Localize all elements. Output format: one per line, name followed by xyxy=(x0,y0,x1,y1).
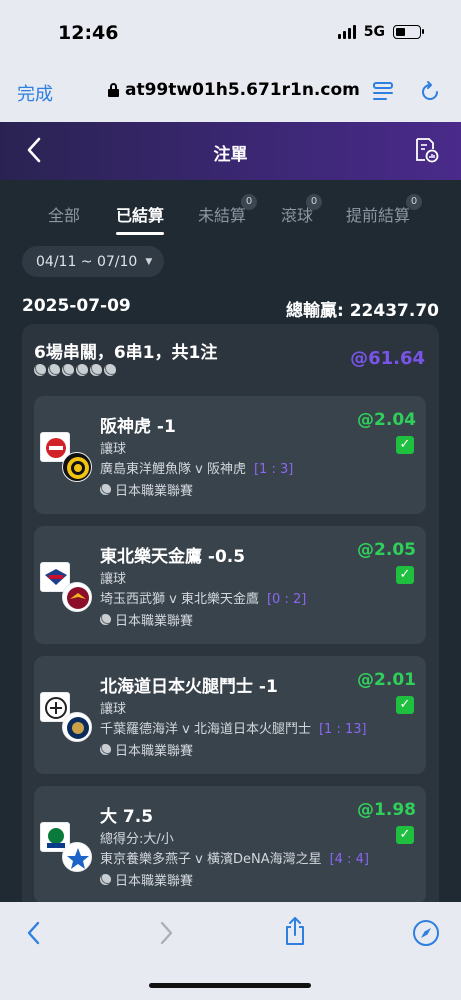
signal-icon xyxy=(337,25,356,39)
team-logos xyxy=(40,562,94,614)
team-logo-baystars xyxy=(62,842,92,872)
home-indicator xyxy=(149,983,311,988)
baseball-icon xyxy=(104,364,116,376)
baseball-icon xyxy=(100,614,111,625)
market-type: 總得分:大/小 xyxy=(100,832,174,847)
team-logo-tigers xyxy=(62,452,92,482)
match-score: [4 : 4] xyxy=(329,852,369,867)
market-type: 讓球 xyxy=(100,572,127,587)
lock-icon xyxy=(108,83,119,97)
match-teams: 東京養樂多燕子 v 橫濱DeNA海灣之星 [4 : 4] xyxy=(100,852,369,867)
page-title: 注單 xyxy=(213,145,248,165)
match-teams: 埼玉西武獅 v 東北樂天金鷹 [0 : 2] xyxy=(100,592,307,607)
settle-date: 2025-07-09 xyxy=(22,296,131,316)
league-row: 日本職業聯賽 xyxy=(100,740,193,759)
browser-address-bar: 完成 at99tw01h5.671r1n.com xyxy=(0,62,461,122)
leg-odds: @1.98 xyxy=(357,800,416,820)
check-icon: ✓ xyxy=(396,436,414,454)
status-time: 12:46 xyxy=(58,22,119,44)
parlay-title: 6場串關，6串1，共1注 xyxy=(34,343,218,363)
battery-icon xyxy=(393,25,424,39)
date-range-selector[interactable]: 04/11 ~ 07/10 ▼ xyxy=(22,246,165,277)
active-tab-underline xyxy=(116,232,164,235)
league-row: 日本職業聯賽 xyxy=(100,610,193,629)
done-button[interactable]: 完成 xyxy=(17,80,53,106)
match-score: [1 : 13] xyxy=(318,722,367,737)
leg-odds: @2.04 xyxy=(357,410,416,430)
browser-forward-icon[interactable] xyxy=(158,920,174,946)
reload-icon[interactable] xyxy=(418,80,442,104)
team-logos xyxy=(40,432,94,484)
tab-all[interactable]: 全部 xyxy=(48,202,80,226)
baseball-icon xyxy=(90,364,102,376)
baseball-icon xyxy=(100,744,111,755)
parlay-leg[interactable]: 大 7.5 總得分:大/小 東京養樂多燕子 v 橫濱DeNA海灣之星 [4 : 4… xyxy=(34,786,426,904)
selection-name: 大 7.5 xyxy=(100,807,154,827)
team-logo-fighters xyxy=(62,712,92,742)
parlay-odds: @61.64 xyxy=(350,348,425,369)
match-score: [1 : 3] xyxy=(253,462,294,477)
selection-name: 阪神虎 -1 xyxy=(100,417,176,437)
share-icon[interactable] xyxy=(283,916,307,946)
tab-settled[interactable]: 已結算 xyxy=(116,202,164,226)
filter-tabs: 全部 已結算 未結算 0 滾球 0 提前結算 0 xyxy=(0,194,461,236)
match-score: [0 : 2] xyxy=(266,592,307,607)
team-logo-eagles xyxy=(62,582,92,612)
tab-live[interactable]: 滾球 0 xyxy=(281,194,322,226)
report-icon[interactable] xyxy=(413,137,439,163)
leg-odds: @2.05 xyxy=(357,540,416,560)
parlay-card[interactable]: 6場串關，6串1，共1注 @61.64 阪神虎 -1 讓球 廣島東洋鯉魚隊 v … xyxy=(22,324,439,924)
network-label: 5G xyxy=(363,24,385,40)
caret-down-icon: ▼ xyxy=(145,256,153,267)
baseball-icon xyxy=(100,874,111,885)
compass-icon[interactable] xyxy=(412,919,440,947)
baseball-icon xyxy=(48,364,60,376)
status-bar: 12:46 5G xyxy=(0,0,461,62)
selection-name: 北海道日本火腿鬥士 -1 xyxy=(100,677,278,697)
date-range-text: 04/11 ~ 07/10 xyxy=(36,253,138,270)
sport-icons-row xyxy=(34,364,116,376)
tab-badge: 0 xyxy=(241,194,257,210)
baseball-icon xyxy=(62,364,74,376)
league-row: 日本職業聯賽 xyxy=(100,480,193,499)
team-logos xyxy=(40,822,94,874)
match-teams: 廣島東洋鯉魚隊 v 阪神虎 [1 : 3] xyxy=(100,462,294,477)
tab-badge: 0 xyxy=(306,194,322,210)
total-win-loss: 總輸贏: 22437.70 xyxy=(286,301,439,321)
market-type: 讓球 xyxy=(100,702,127,717)
match-teams: 千葉羅德海洋 v 北海道日本火腿鬥士 [1 : 13] xyxy=(100,722,367,737)
tab-cashout[interactable]: 提前結算 0 xyxy=(346,194,422,226)
check-icon: ✓ xyxy=(396,696,414,714)
leg-odds: @2.01 xyxy=(357,670,416,690)
market-type: 讓球 xyxy=(100,442,127,457)
baseball-icon xyxy=(76,364,88,376)
baseball-icon xyxy=(34,364,46,376)
baseball-icon xyxy=(100,484,111,495)
summary-line: 2025-07-09 總輸贏: 22437.70 xyxy=(22,296,439,321)
tab-unsettled[interactable]: 未結算 0 xyxy=(198,194,257,226)
reader-icon[interactable] xyxy=(372,80,394,102)
tab-badge: 0 xyxy=(406,194,422,210)
check-icon: ✓ xyxy=(396,566,414,584)
league-row: 日本職業聯賽 xyxy=(100,870,193,889)
app-header: 注單 xyxy=(0,122,461,180)
team-logos xyxy=(40,692,94,744)
parlay-leg[interactable]: 北海道日本火腿鬥士 -1 讓球 千葉羅德海洋 v 北海道日本火腿鬥士 [1 : 1… xyxy=(34,656,426,774)
url-text: at99tw01h5.671r1n.com xyxy=(125,80,360,100)
browser-back-icon[interactable] xyxy=(26,920,42,946)
parlay-leg[interactable]: 阪神虎 -1 讓球 廣島東洋鯉魚隊 v 阪神虎 [1 : 3] 日本職業聯賽 @2… xyxy=(34,396,426,514)
selection-name: 東北樂天金鷹 -0.5 xyxy=(100,547,246,567)
parlay-leg[interactable]: 東北樂天金鷹 -0.5 讓球 埼玉西武獅 v 東北樂天金鷹 [0 : 2] 日本職… xyxy=(34,526,426,644)
status-indicators: 5G xyxy=(337,24,424,40)
url-field[interactable]: at99tw01h5.671r1n.com xyxy=(108,80,360,100)
check-icon: ✓ xyxy=(396,826,414,844)
